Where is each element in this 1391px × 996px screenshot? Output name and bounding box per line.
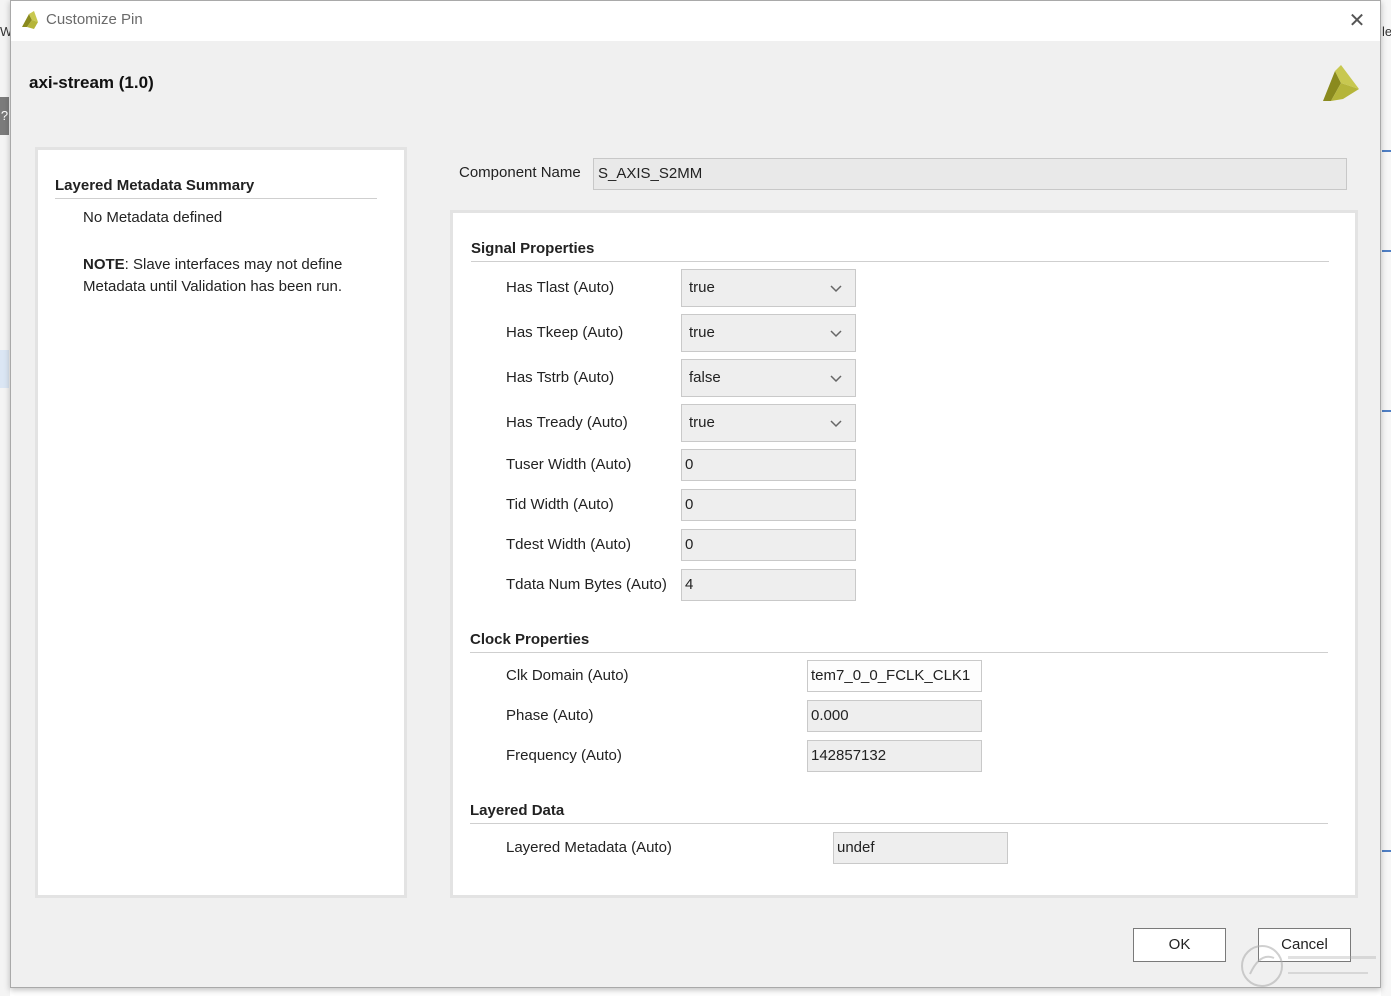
background-marker [1382,410,1391,412]
has-tready-dropdown[interactable]: true [681,404,856,442]
has-tstrb-dropdown[interactable]: false [681,359,856,397]
has-tstrb-label: Has Tstrb (Auto) [506,369,615,386]
has-tkeep-value: true [689,324,715,341]
has-tkeep-label: Has Tkeep (Auto) [506,324,624,341]
summary-note: NOTE: Slave interfaces may not define Me… [83,254,383,298]
background-marker [1382,150,1391,152]
tdest-width-label: Tdest Width (Auto) [506,536,632,553]
phase-field[interactable]: 0.000 [807,700,982,732]
background-selection [0,350,9,388]
tdata-num-bytes-field[interactable]: 4 [681,569,856,601]
chevron-down-icon [830,330,842,338]
component-name-field: S_AXIS_S2MM [593,158,1347,190]
title-bar: Customize Pin ✕ [11,1,1380,41]
tuser-width-field[interactable]: 0 [681,449,856,481]
chevron-down-icon [830,420,842,428]
background-right-edge: le [1381,0,1391,996]
properties-panel: Signal Properties Has Tlast (Auto) true … [450,210,1358,898]
note-label: NOTE [83,256,125,273]
component-name-label: Component Name [459,164,581,181]
clk-domain-label: Clk Domain (Auto) [506,667,629,684]
has-tlast-label: Has Tlast (Auto) [506,279,615,296]
has-tready-value: true [689,414,715,431]
window-title: Customize Pin [46,11,143,28]
tuser-width-label: Tuser Width (Auto) [506,456,632,473]
has-tstrb-value: false [689,369,721,386]
clk-domain-field[interactable]: tem7_0_0_FCLK_CLK1 [807,660,982,692]
phase-label: Phase (Auto) [506,707,594,724]
has-tlast-dropdown[interactable]: true [681,269,856,307]
layered-metadata-field[interactable]: undef [833,832,1008,864]
background-marker [1382,850,1391,852]
ok-button[interactable]: OK [1133,928,1226,962]
clock-properties-heading: Clock Properties [470,631,1328,653]
has-tready-label: Has Tready (Auto) [506,414,628,431]
watermark-logo-icon [1241,945,1376,987]
close-button[interactable]: ✕ [1346,10,1368,32]
chevron-down-icon [830,375,842,383]
customize-pin-dialog: Customize Pin ✕ axi-stream (1.0) Layered… [10,0,1381,988]
summary-heading: Layered Metadata Summary [55,177,377,199]
frequency-field[interactable]: 142857132 [807,740,982,772]
background-text-right: le [1382,24,1391,39]
tdata-num-bytes-label: Tdata Num Bytes (Auto) [506,576,667,593]
tid-width-label: Tid Width (Auto) [506,496,614,513]
summary-text: No Metadata defined [83,209,223,226]
ip-title: axi-stream (1.0) [29,73,154,92]
background-marker [1382,250,1391,252]
frequency-label: Frequency (Auto) [506,747,622,764]
close-icon: ✕ [1348,10,1366,32]
layered-metadata-label: Layered Metadata (Auto) [506,839,672,856]
background-left-edge: Wi ? [0,0,15,996]
signal-properties-heading: Signal Properties [471,240,1329,262]
chevron-down-icon [830,285,842,293]
help-icon: ? [0,97,9,135]
xilinx-logo-icon [22,11,38,29]
tid-width-field[interactable]: 0 [681,489,856,521]
has-tkeep-dropdown[interactable]: true [681,314,856,352]
tdest-width-field[interactable]: 0 [681,529,856,561]
has-tlast-value: true [689,279,715,296]
layered-data-heading: Layered Data [470,802,1328,824]
xilinx-brand-icon [1323,65,1359,101]
metadata-summary-panel: Layered Metadata Summary No Metadata def… [35,147,407,898]
